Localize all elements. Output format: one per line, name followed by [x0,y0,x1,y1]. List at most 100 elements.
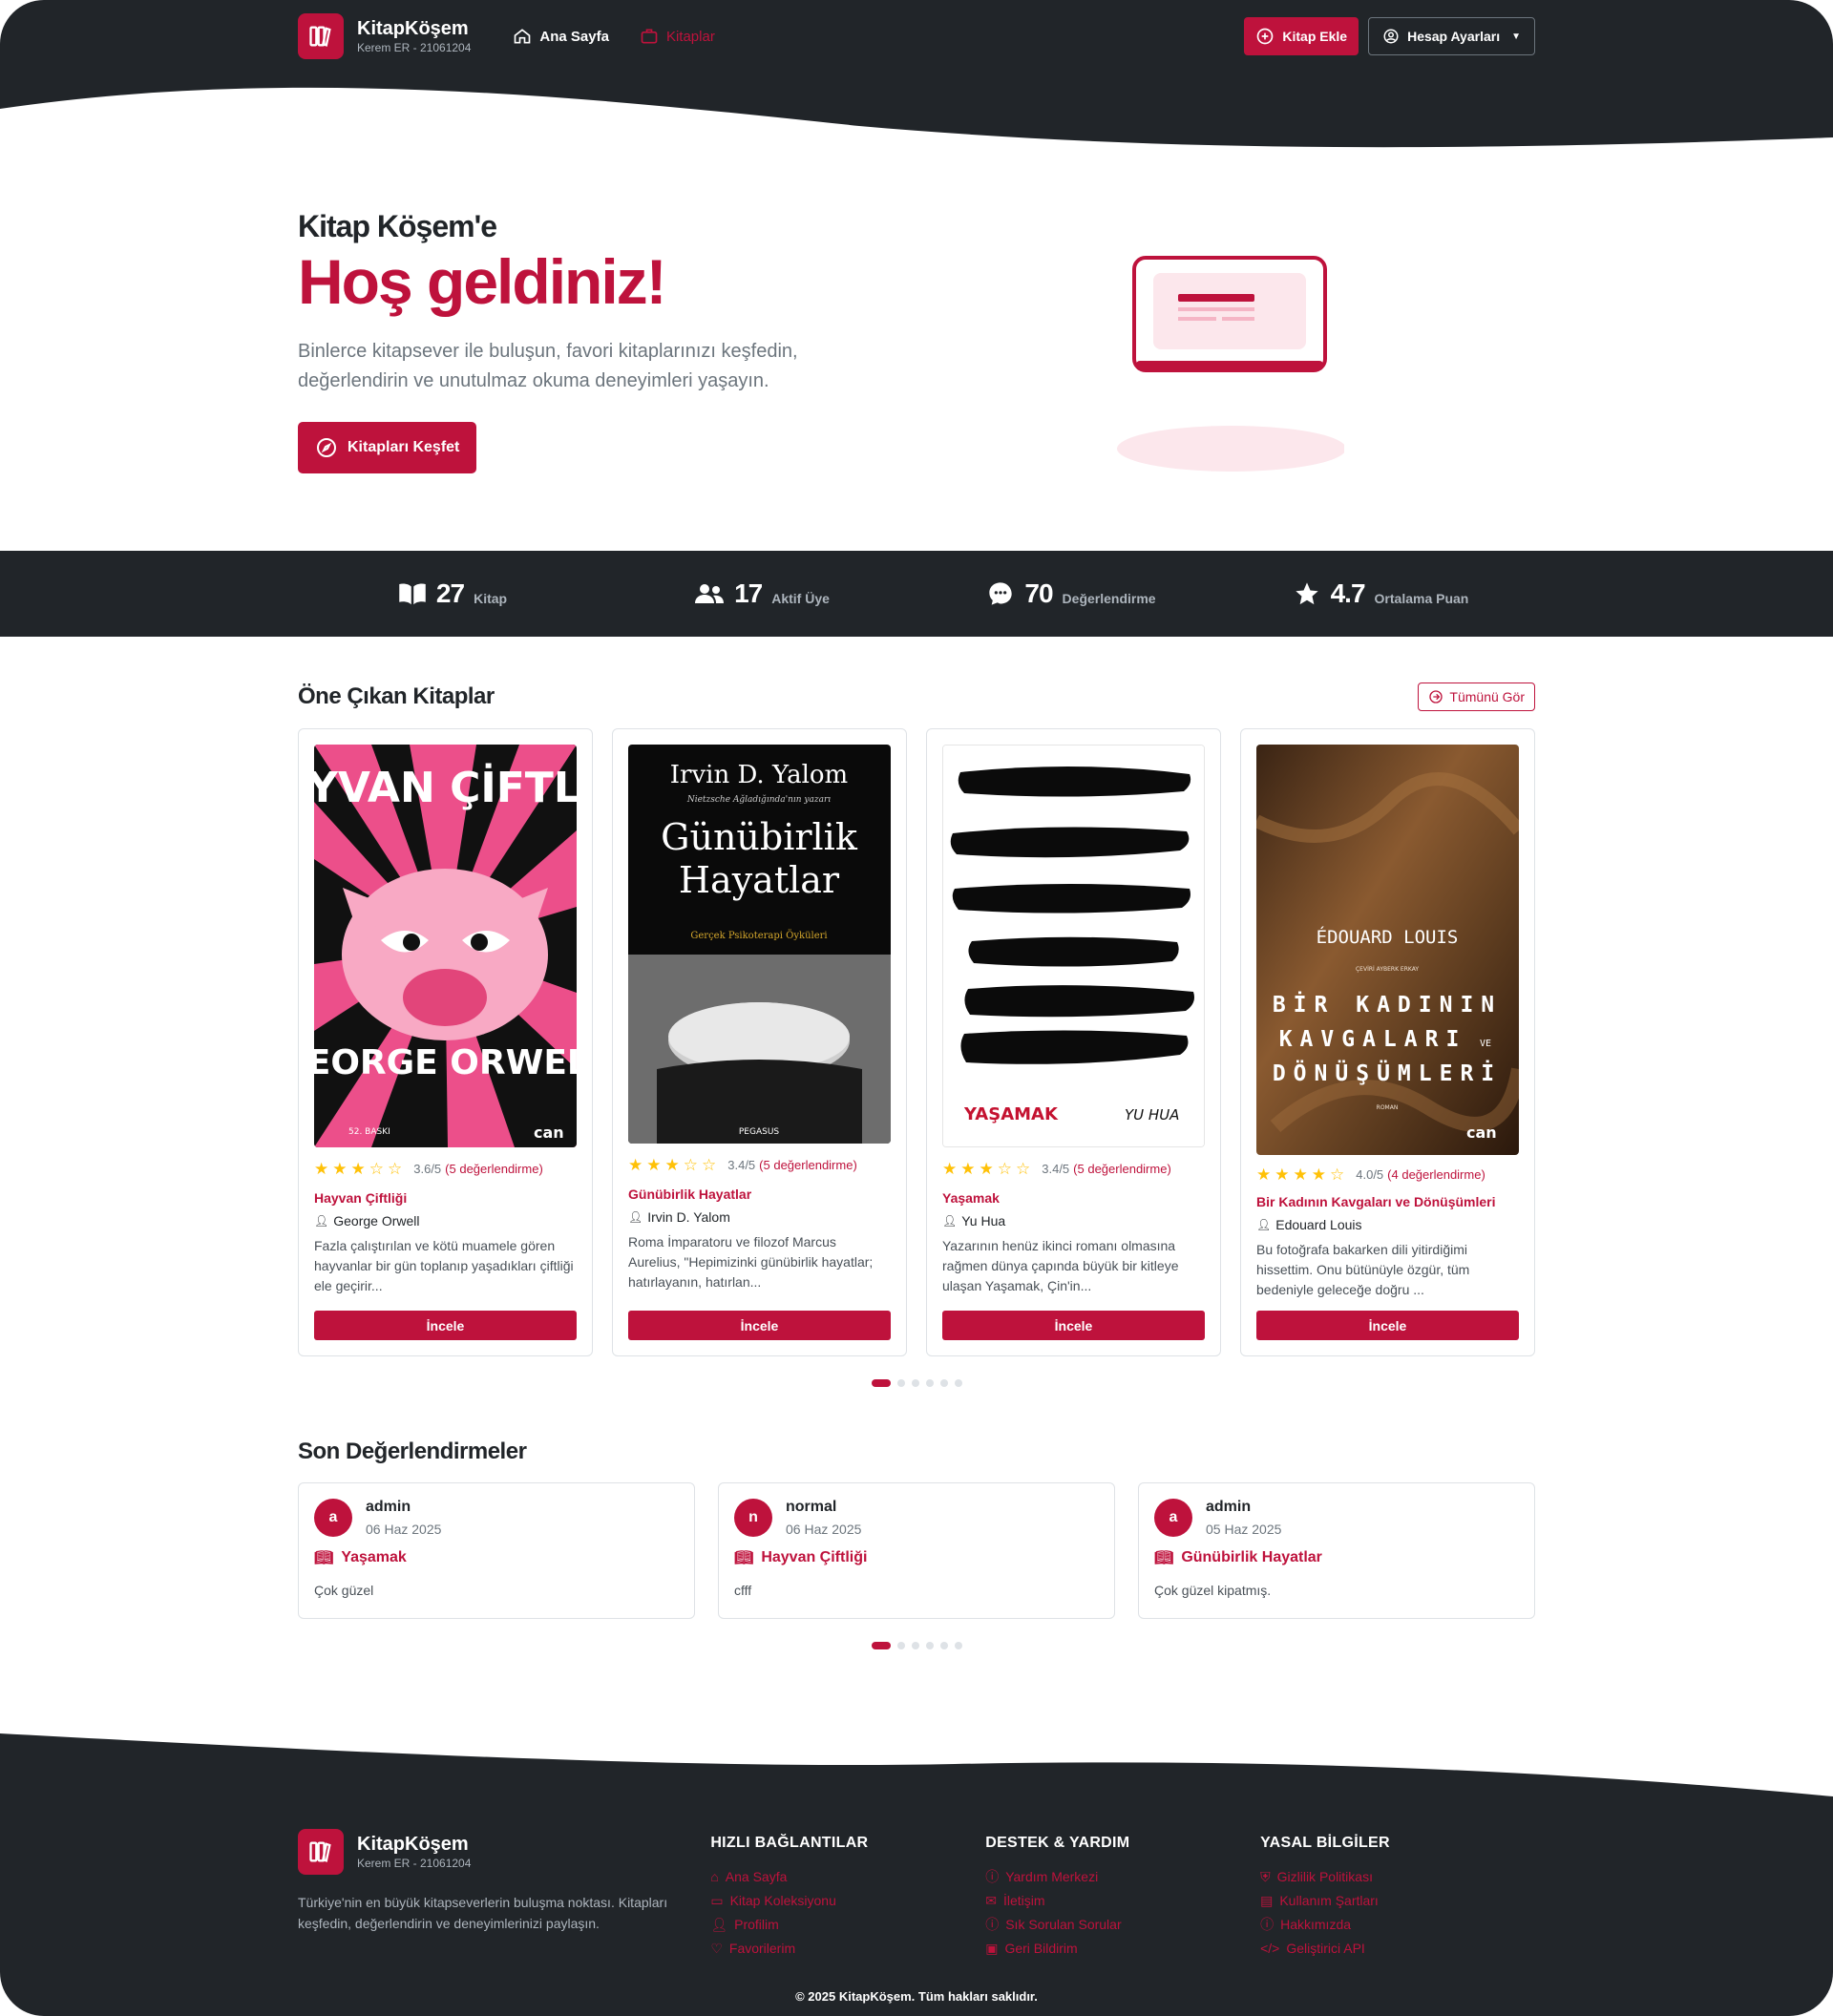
code-icon: </> [1260,1941,1280,1956]
book-cover-image[interactable]: Irvin D. Yalom Nietzsche Ağladığında'nın… [628,745,891,1144]
footer-link-about[interactable]: ⓘ Hakkımızda [1260,1913,1535,1937]
star-filled-icon: ★ [350,1160,366,1178]
open-book-icon: 📖︎ [314,1550,334,1566]
plus-circle-icon [1257,28,1274,45]
footer-link-terms[interactable]: ▤ Kullanım Şartları [1260,1889,1535,1913]
chevron-down-icon: ▼ [1511,31,1521,42]
cover-title-line2: Hayatlar [679,859,840,901]
page: KitapKöşem Kerem ER - 21061204 Ana Sayfa… [0,0,1833,2016]
carousel-dot[interactable] [911,1642,919,1649]
footer-link-help[interactable]: ⓘ Yardım Merkezi [985,1865,1260,1889]
stat-books-label: Kitap [474,591,508,606]
carousel-dot[interactable] [896,1379,905,1387]
review-username: normal [786,1499,837,1515]
review-book-button[interactable]: İncele [942,1311,1205,1340]
user-icon: 👤︎ [1256,1218,1272,1231]
review-username: admin [1206,1499,1252,1515]
footer-link-collection[interactable]: ▭ Kitap Koleksiyonu [710,1889,985,1913]
review-book-button[interactable]: İncele [628,1311,891,1340]
review-text: Çok güzel kipatmış. [1154,1583,1272,1598]
review-book-link[interactable]: 📖︎ Yaşamak [314,1548,679,1567]
book-title[interactable]: Günübirlik Hayatlar [628,1186,891,1202]
nav-books-label: Kitaplar [665,28,715,45]
footer-link-faq[interactable]: ⓘ Sık Sorulan Sorular [985,1913,1260,1937]
book-cover-image[interactable]: ÉDOUARD LOUIS ÇEVİRİ AYBERK ERKAY BİR KA… [1256,745,1519,1155]
hero-description: Binlerce kitapsever ile buluşun, favori … [298,341,798,391]
book-title[interactable]: Bir Kadının Kavgaları ve Dönüşümleri [1256,1194,1519,1209]
see-all-button[interactable]: Tümünü Gör [1418,682,1535,711]
brand[interactable]: KitapKöşem Kerem ER - 21061204 [298,13,471,59]
footer-brand-name: KitapKöşem [357,1834,469,1855]
cover-author-text: GEORGE ORWELL [314,1043,577,1082]
footer-link-favorites[interactable]: ♡ Favorilerim [710,1937,985,1961]
review-book-button[interactable]: İncele [1256,1311,1519,1340]
account-settings-dropdown[interactable]: Hesap Ayarları ▼ [1368,17,1535,55]
rating-count[interactable]: (4 değerlendirme) [1387,1167,1485,1182]
user-icon: 👤︎ [314,1214,329,1228]
carousel-dot[interactable] [911,1379,919,1387]
avatar: n [734,1499,772,1537]
review-card: a admin 06 Haz 2025 📖︎ Yaşamak Çok güzel [298,1482,695,1619]
review-date: 06 Haz 2025 [366,1522,442,1537]
nav-books[interactable]: Kitaplar [640,27,715,46]
carousel-dot[interactable] [954,1642,962,1649]
book-icon [399,583,426,605]
shield-icon: ⛨ [1260,1869,1271,1884]
book-rating: ★ ★ ★ ☆ ☆ 3.4/5 (5 değerlendirme) [628,1157,891,1173]
book-cover-image[interactable]: YAŞAMAK YU HUA [942,745,1205,1147]
cover-title-text: YAŞAMAK [963,1104,1059,1124]
carousel-dot[interactable] [925,1379,934,1387]
book-card[interactable]: ÉDOUARD LOUIS ÇEVİRİ AYBERK ERKAY BİR KA… [1240,728,1535,1356]
star-filled-icon: ★ [664,1156,680,1174]
book-cover-image[interactable]: HAYVAN ÇİFTLİĞİ GEORGE ORWELL 52. BASKI … [314,745,577,1147]
rating-value: 4.0/5 [1356,1167,1384,1182]
cover-tagline-text: Gerçek Psikoterapi Öyküleri [690,930,827,941]
book-card[interactable]: Irvin D. Yalom Nietzsche Ağladığında'nın… [612,728,907,1356]
book-author: 👤︎ George Orwell [314,1213,577,1228]
star-empty-icon: ☆ [1330,1166,1345,1184]
footer-link-feedback[interactable]: ▣ Geri Bildirim [985,1937,1260,1961]
reviews-carousel-indicators [298,1642,1535,1649]
rating-count[interactable]: (5 değerlendirme) [445,1162,543,1176]
book-card[interactable]: YAŞAMAK YU HUA ★ ★ ★ ☆ ☆ 3.4/5 (5 değerl… [926,728,1221,1356]
question-icon: ⓘ [985,1869,1000,1884]
footer-link-privacy[interactable]: ⛨ Gizlilik Politikası [1260,1865,1535,1889]
carousel-dot[interactable] [939,1642,948,1649]
footer-link-label: Geri Bildirim [1004,1941,1078,1956]
add-book-button[interactable]: Kitap Ekle [1244,17,1359,55]
carousel-dot[interactable] [954,1379,962,1387]
book-title[interactable]: Yaşamak [942,1190,1205,1206]
rating-count[interactable]: (5 değerlendirme) [759,1158,857,1172]
carousel-dot[interactable] [939,1379,948,1387]
footer-brand[interactable]: KitapKöşem Kerem ER - 21061204 [298,1829,710,1875]
footer-legal-links: YASAL BİLGİLER ⛨ Gizlilik Politikası ▤ Kul… [1260,1829,1535,1961]
carousel-dot[interactable] [871,1379,891,1387]
review-text: cfff [734,1583,752,1598]
footer-link-contact[interactable]: ✉ İletişim [985,1889,1260,1913]
star-filled-icon: ★ [979,1160,994,1178]
nav-home[interactable]: Ana Sayfa [513,27,609,46]
review-book-link[interactable]: 📖︎ Hayvan Çiftliği [734,1548,1099,1567]
rating-value: 3.6/5 [413,1162,442,1176]
book-description: Yazarının henüz ikinci romanı olmasına r… [942,1238,1179,1293]
footer-link-profile[interactable]: 👤︎ Profilim [710,1913,985,1937]
carousel-dot[interactable] [871,1642,891,1649]
account-settings-label: Hesap Ayarları [1407,29,1501,44]
stats-bar: 27 Kitap 17 Aktif Üye 70 Değerlendirme 4… [0,551,1833,637]
footer-link-api[interactable]: </> Geliştirici API [1260,1937,1535,1961]
footer-link-home[interactable]: ⌂ Ana Sayfa [710,1865,985,1889]
book-title[interactable]: Hayvan Çiftliği [314,1190,577,1206]
laptop-illustration [1117,256,1344,472]
review-book-button[interactable]: İncele [314,1311,577,1340]
review-book-link[interactable]: 📖︎ Günübirlik Hayatlar [1154,1548,1519,1567]
review-book-title: Günübirlik Hayatlar [1181,1549,1322,1565]
book-author-name: George Orwell [333,1213,420,1228]
carousel-dot[interactable] [896,1642,905,1649]
nav-home-label: Ana Sayfa [539,28,609,45]
rating-count[interactable]: (5 değerlendirme) [1073,1162,1171,1176]
explore-books-button[interactable]: Kitapları Keşfet [298,422,477,473]
carousel-dot[interactable] [925,1642,934,1649]
book-card[interactable]: HAYVAN ÇİFTLİĞİ GEORGE ORWELL 52. BASKI … [298,728,593,1356]
book-rating: ★ ★ ★ ☆ ☆ 3.6/5 (5 değerlendirme) [314,1161,577,1177]
avatar: a [1154,1499,1192,1537]
